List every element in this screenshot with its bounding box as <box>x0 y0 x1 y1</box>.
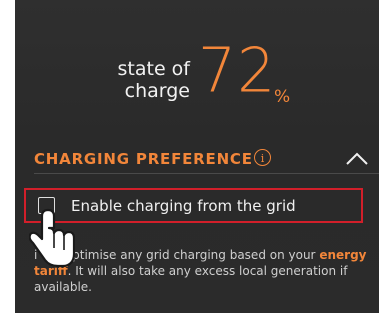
section-title: CHARGING PREFERENCE <box>34 150 253 168</box>
description-start: i will optimise any grid charging based … <box>34 248 316 262</box>
soc-label-line2: charge <box>124 80 190 102</box>
charging-panel: state of charge 72 % CHARGING PREFERENCE… <box>15 0 379 313</box>
chevron-up-icon[interactable] <box>345 152 369 166</box>
charging-description: i will optimise any grid charging based … <box>34 247 374 295</box>
description-end: . It will also take any excess local gen… <box>34 264 348 294</box>
divider <box>34 173 379 174</box>
state-of-charge: state of charge 72 % <box>15 35 379 120</box>
soc-value: 72 <box>198 35 277 107</box>
info-icon[interactable]: i <box>254 149 271 166</box>
soc-label: state of charge <box>107 58 190 102</box>
soc-label-line1: state of <box>117 58 190 80</box>
pointer-hand-icon <box>29 208 75 268</box>
enable-grid-charging-label[interactable]: Enable charging from the grid <box>71 197 296 215</box>
soc-unit: % <box>274 87 291 107</box>
